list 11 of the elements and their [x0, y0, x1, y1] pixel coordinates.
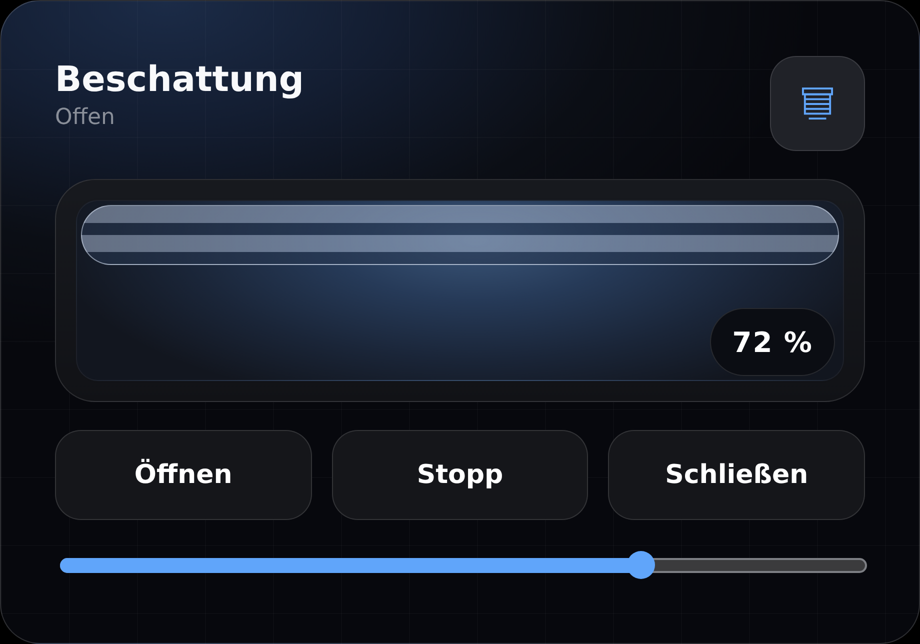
position-badge: 72 % — [710, 308, 835, 376]
control-button[interactable]: Öffnen — [55, 430, 312, 520]
control-button[interactable]: Schließen — [608, 430, 865, 520]
status-text: Offen — [55, 105, 116, 131]
slider-track[interactable] — [60, 558, 867, 572]
position-slider[interactable] — [60, 551, 867, 579]
card-title: Beschattung — [55, 60, 304, 101]
slider-thumb[interactable] — [627, 551, 656, 579]
control-button[interactable]: Stopp — [332, 430, 588, 520]
blinds-button[interactable] — [770, 56, 865, 151]
blinds-icon — [802, 86, 833, 120]
